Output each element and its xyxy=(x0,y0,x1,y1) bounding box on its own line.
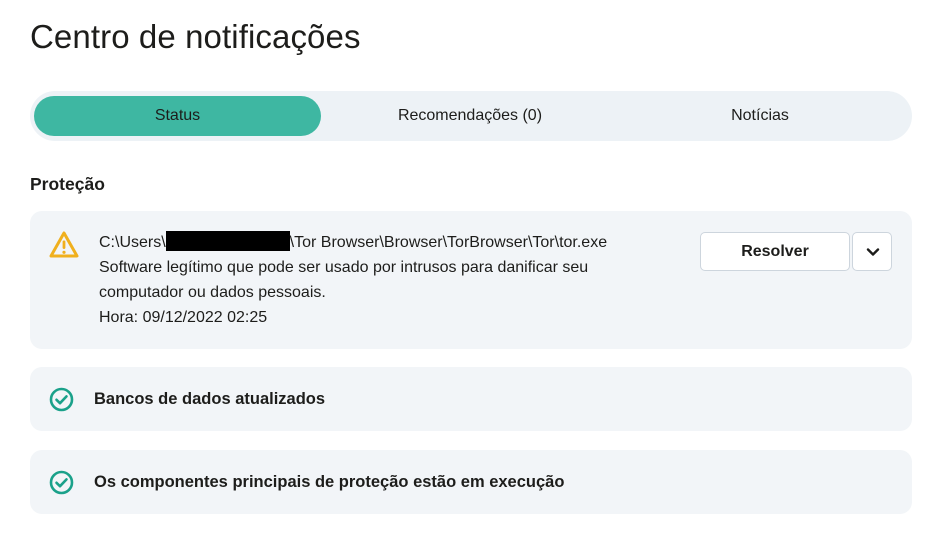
alert-path-prefix: C:\Users\ xyxy=(99,234,166,251)
alert-text: C:\Users\ \Tor Browser\Browser\TorBrowser… xyxy=(99,230,669,330)
tab-news[interactable]: Notícias xyxy=(620,96,900,136)
tab-bar: Status Recomendações (0) Notícias xyxy=(30,91,912,141)
check-circle-icon xyxy=(49,387,74,412)
alert-description: Software legítimo que pode ser usado por… xyxy=(99,259,589,301)
status-card-components: Os componentes principais de proteção es… xyxy=(30,450,912,514)
alert-path-suffix: \Tor Browser\Browser\TorBrowser\Tor\tor.… xyxy=(289,234,608,251)
redacted-username xyxy=(165,231,290,251)
alert-card: C:\Users\ \Tor Browser\Browser\TorBrowser… xyxy=(30,211,912,349)
check-circle-icon xyxy=(49,470,74,495)
chevron-down-icon xyxy=(866,248,880,256)
section-title-protection: Proteção xyxy=(30,174,105,194)
resolve-button[interactable]: Resolver xyxy=(700,232,850,271)
page-title: Centro de notificações xyxy=(30,18,361,55)
warning-triangle-icon xyxy=(48,230,80,260)
alert-file-path: C:\Users\ \Tor Browser\Browser\TorBrowser… xyxy=(99,230,669,255)
alert-time: Hora: 09/12/2022 02:25 xyxy=(99,309,268,326)
tab-recommendations[interactable]: Recomendações (0) xyxy=(330,96,610,136)
status-card-databases: Bancos de dados atualizados xyxy=(30,367,912,431)
status-label: Os componentes principais de proteção es… xyxy=(94,473,565,491)
resolve-options-button[interactable] xyxy=(852,232,892,271)
status-label: Bancos de dados atualizados xyxy=(94,390,326,408)
tab-status[interactable]: Status xyxy=(34,96,321,136)
